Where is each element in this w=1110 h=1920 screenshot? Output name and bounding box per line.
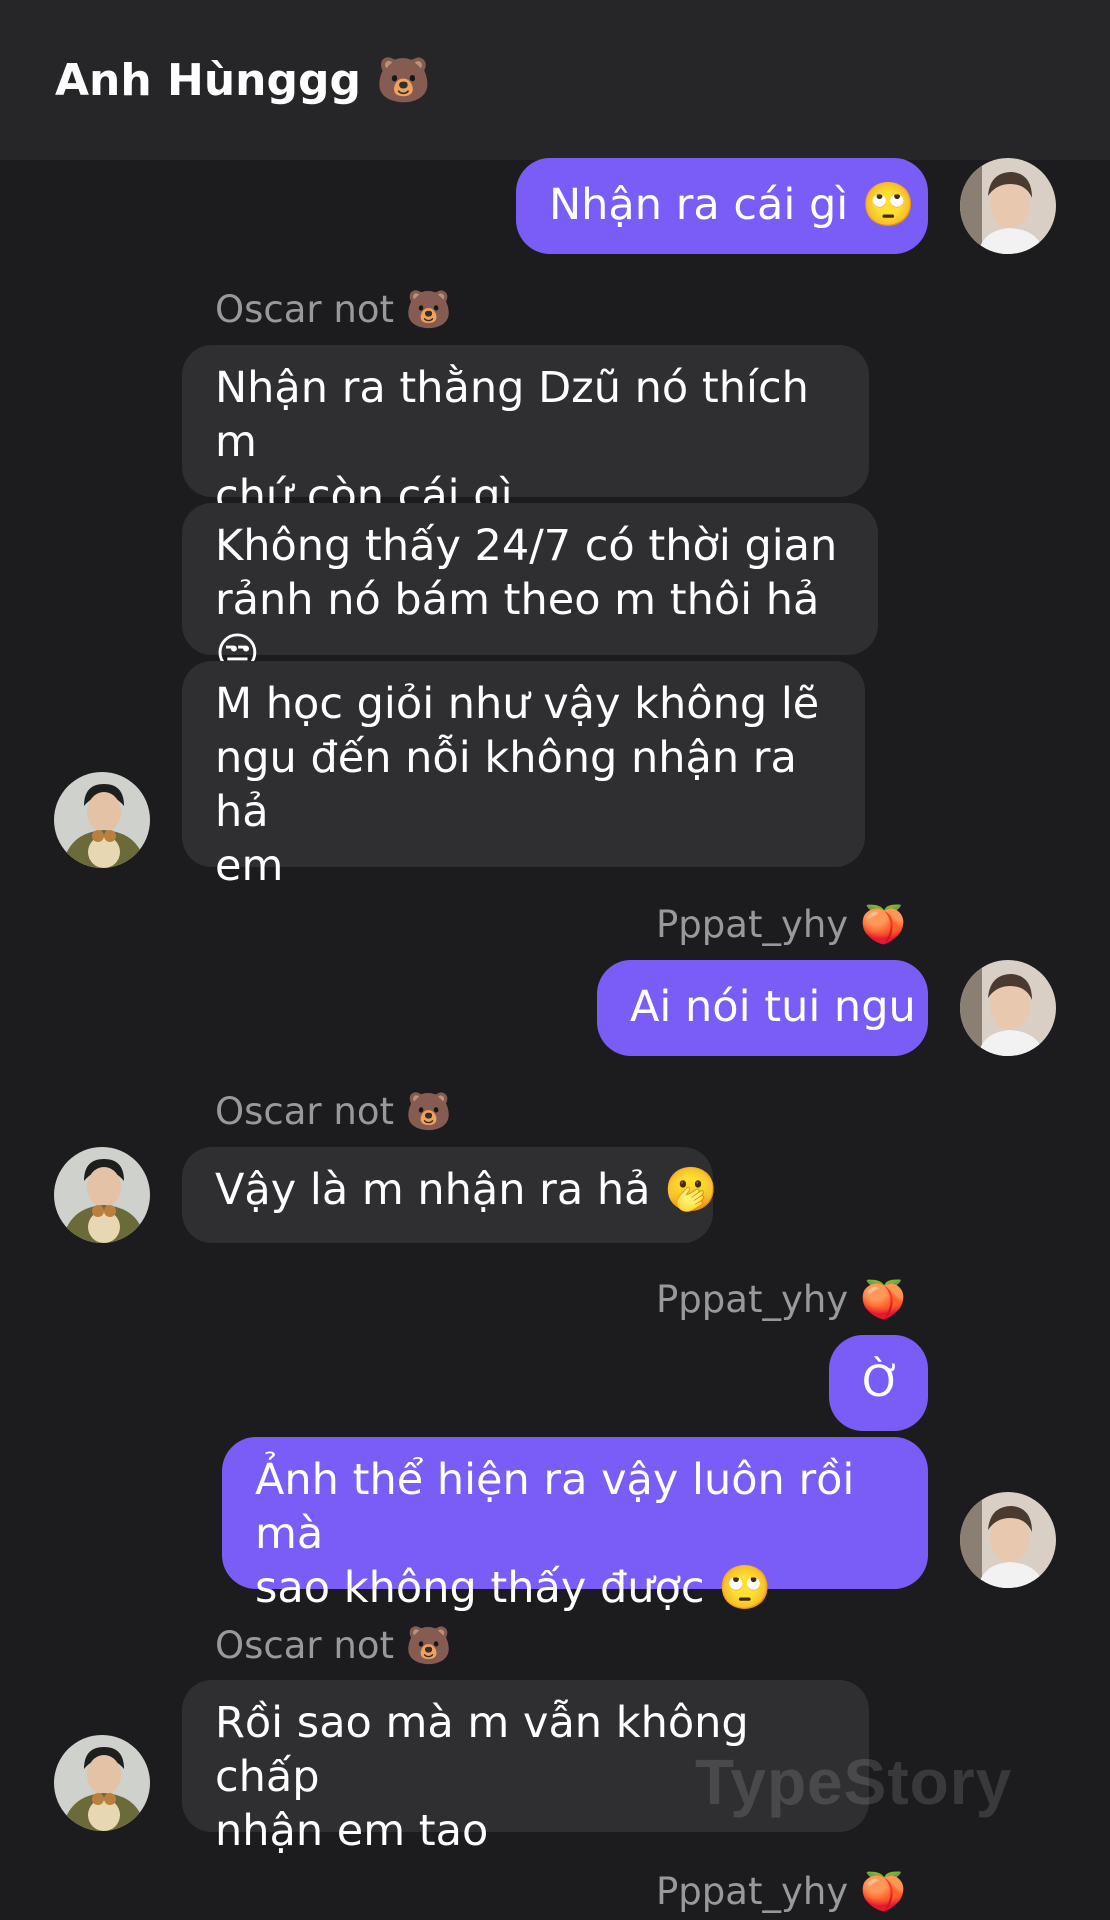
self-avatar[interactable] <box>960 1492 1056 1588</box>
sender-name: Pppat_yhy 🍑 <box>656 1278 907 1321</box>
message-text: Vậy là m nhận ra hả 🫢 <box>215 1165 718 1215</box>
message-text: Không thấy 24/7 có thời gian rảnh nó bám… <box>215 521 838 679</box>
message-bubble-incoming[interactable]: Vậy là m nhận ra hả 🫢 <box>182 1147 718 1243</box>
sender-name: Pppat_yhy 🍑 <box>656 903 907 946</box>
message-text: Nhận ra cái gì 🙄 <box>549 180 916 230</box>
contact-avatar[interactable] <box>54 1147 150 1243</box>
message-bubble-outgoing[interactable]: Ảnh thể hiện ra vậy luôn rồi mà sao khôn… <box>222 1437 928 1613</box>
message-bubble-outgoing[interactable]: Nhận ra cái gì 🙄 <box>516 158 928 254</box>
chat-header: Anh Hùnggg 🐻 <box>0 0 1110 160</box>
self-avatar[interactable] <box>960 960 1056 1056</box>
message-text: M học giỏi như vậy không lẽ ngu đến nỗi … <box>215 679 820 891</box>
message-bubble-outgoing[interactable]: Ờ <box>829 1335 928 1431</box>
sender-name: Oscar not 🐻 <box>215 288 452 331</box>
message-bubble-incoming[interactable]: Không thấy 24/7 có thời gian rảnh nó bám… <box>182 503 878 679</box>
message-text: Nhận ra thằng Dzũ nó thích m chứ còn cái… <box>215 363 809 521</box>
contact-avatar[interactable] <box>54 1735 150 1831</box>
sender-name: Pppat_yhy 🍑 <box>656 1870 907 1913</box>
message-bubble-incoming[interactable]: Nhận ra thằng Dzũ nó thích m chứ còn cái… <box>182 345 869 521</box>
message-text: Ờ <box>862 1357 902 1407</box>
message-bubble-outgoing[interactable]: Ai nói tui ngu <box>597 960 928 1056</box>
sender-name: Oscar not 🐻 <box>215 1090 452 1133</box>
message-text: Ảnh thể hiện ra vậy luôn rồi mà sao khôn… <box>255 1455 855 1613</box>
message-bubble-incoming[interactable]: M học giỏi như vậy không lẽ ngu đến nỗi … <box>182 661 865 891</box>
message-text: Ai nói tui ngu <box>630 982 916 1032</box>
chat-title[interactable]: Anh Hùnggg 🐻 <box>55 54 431 106</box>
watermark-logo: TypeStory <box>695 1746 1013 1818</box>
contact-avatar[interactable] <box>54 772 150 868</box>
self-avatar[interactable] <box>960 158 1056 254</box>
sender-name: Oscar not 🐻 <box>215 1624 452 1667</box>
